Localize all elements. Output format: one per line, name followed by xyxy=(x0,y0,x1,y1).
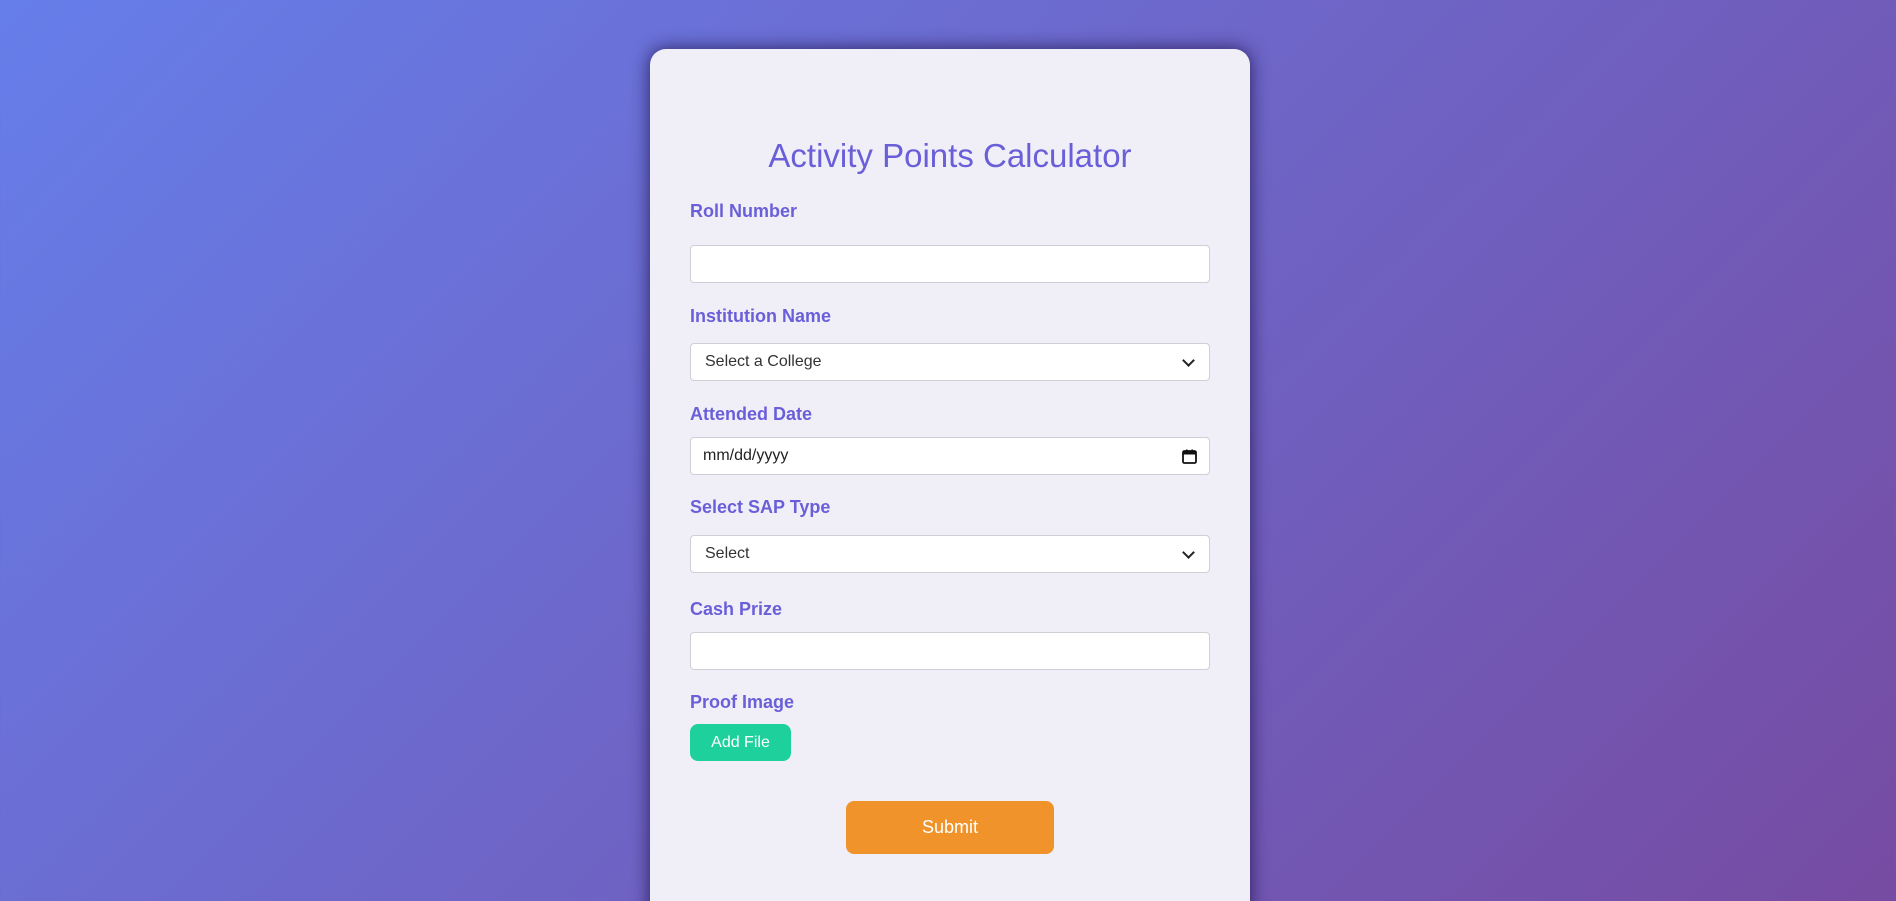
attended-date-placeholder: mm/dd/yyyy xyxy=(703,447,789,464)
sap-type-select-value: Select xyxy=(705,545,750,562)
proof-image-label: Proof Image xyxy=(690,692,795,712)
chevron-down-icon xyxy=(1182,545,1195,559)
institution-name-label: Institution Name xyxy=(690,306,832,326)
chevron-down-icon xyxy=(1182,353,1195,367)
add-file-button[interactable]: Add File xyxy=(690,724,791,761)
cash-prize-input[interactable] xyxy=(690,632,1210,670)
form-card: Activity Points Calculator Roll Number I… xyxy=(650,49,1250,901)
institution-select-value: Select a College xyxy=(705,353,822,370)
submit-button[interactable]: Submit xyxy=(846,801,1054,854)
roll-number-label: Roll Number xyxy=(690,201,798,221)
cash-prize-label: Cash Prize xyxy=(690,599,783,619)
page-title: Activity Points Calculator xyxy=(768,137,1132,174)
sap-type-select[interactable]: Select xyxy=(690,535,1210,573)
calendar-icon[interactable] xyxy=(1181,448,1197,464)
attended-date-input[interactable]: mm/dd/yyyy xyxy=(690,437,1210,475)
roll-number-input[interactable] xyxy=(690,245,1210,283)
institution-select[interactable]: Select a College xyxy=(690,343,1210,381)
attended-date-label: Attended Date xyxy=(690,404,813,424)
sap-type-label: Select SAP Type xyxy=(690,497,831,517)
